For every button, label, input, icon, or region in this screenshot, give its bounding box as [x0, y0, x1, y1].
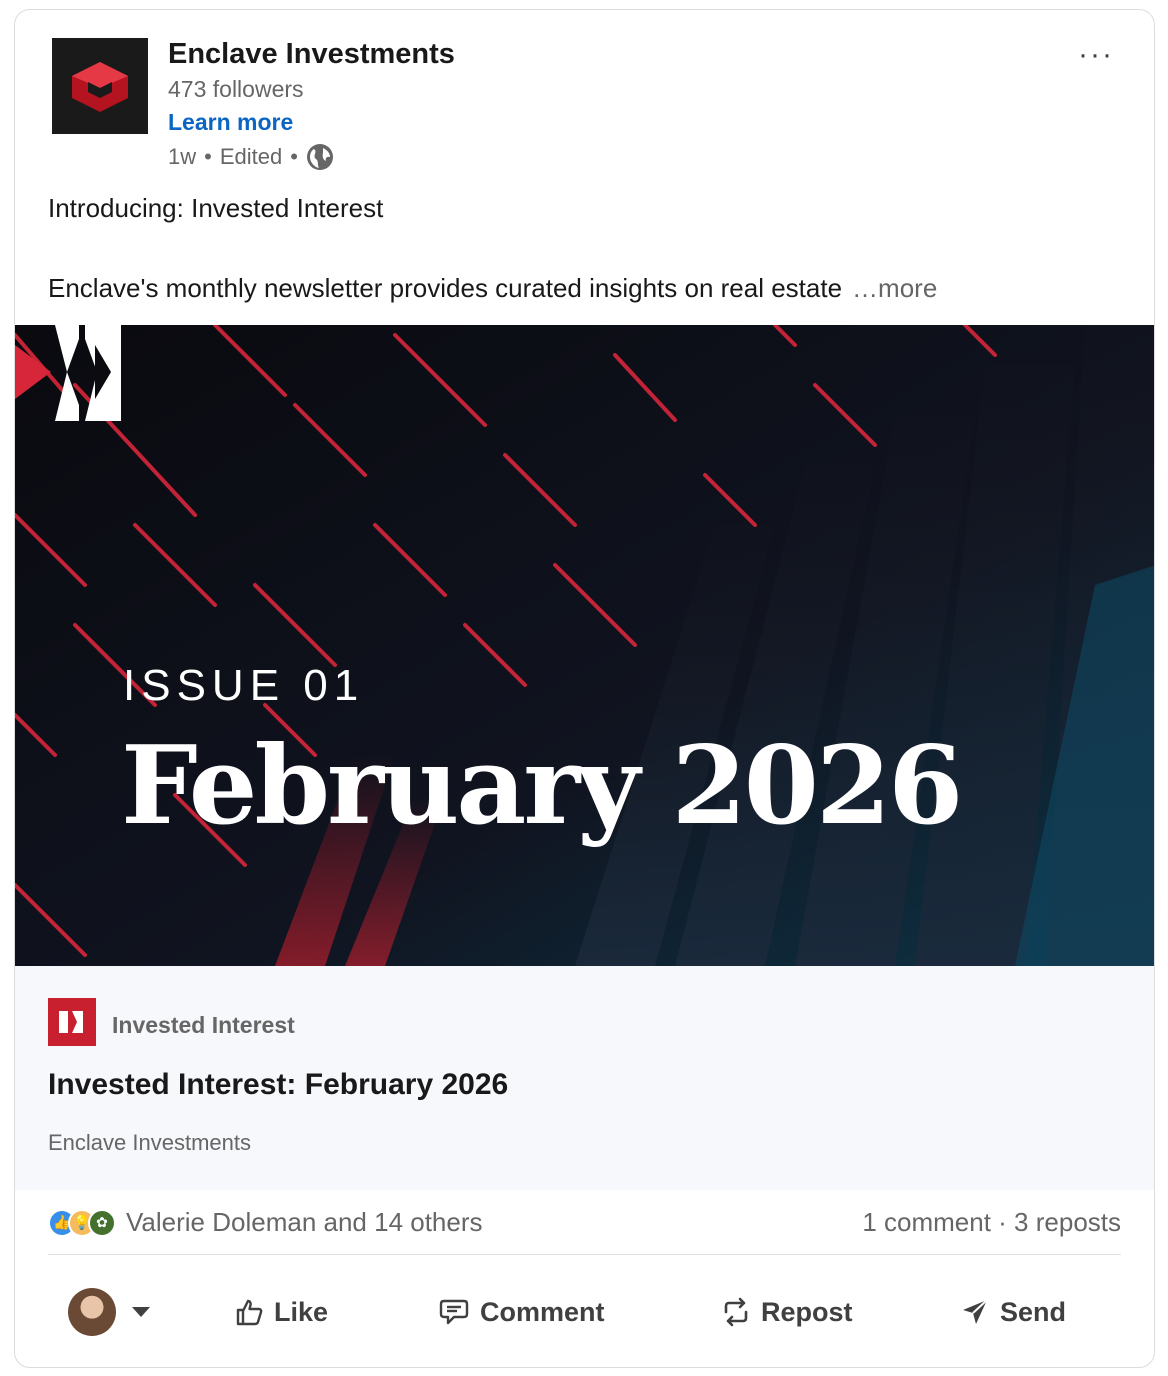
thumbs-up-icon — [236, 1299, 263, 1326]
banner-title: February 2026 — [121, 723, 963, 849]
support-icon: ✿ — [88, 1208, 116, 1237]
comment-label: Comment — [480, 1296, 605, 1327]
post-intro-text: Introducing: Invested Interest — [48, 193, 384, 223]
post-meta: 1w • Edited • — [168, 143, 334, 171]
send-button[interactable]: Send — [960, 1272, 1066, 1352]
invested-interest-mark-icon — [15, 325, 121, 421]
company-name[interactable]: Enclave Investments — [168, 38, 455, 71]
post-body: Enclave's monthly newsletter provides cu… — [48, 273, 843, 303]
comment-icon — [439, 1299, 469, 1325]
send-label: Send — [1000, 1296, 1067, 1327]
chevron-down-icon — [132, 1307, 150, 1317]
actor-switcher-button[interactable] — [68, 1272, 150, 1352]
see-more-link[interactable]: …more — [852, 273, 937, 303]
meta-separator: • — [290, 144, 298, 169]
globe-icon — [306, 144, 333, 170]
newsletter-article-card[interactable]: Invested Interest Invested Interest: Feb… — [15, 966, 1154, 1190]
issue-label: ISSUE 01 — [123, 661, 365, 710]
feed-post-card: Enclave Investments 473 followers Learn … — [14, 9, 1155, 1368]
like-label: Like — [274, 1296, 329, 1327]
more-options-button[interactable]: ··· — [1078, 38, 1114, 72]
repost-button[interactable]: Repost — [721, 1272, 853, 1352]
newsletter-author: Enclave Investments — [48, 1130, 251, 1155]
post-body-text: Enclave's monthly newsletter provides cu… — [48, 273, 937, 304]
banner-background — [15, 325, 1154, 966]
learn-more-link[interactable]: Learn more — [168, 109, 293, 136]
company-logo[interactable] — [52, 38, 148, 134]
follower-count: 473 followers — [168, 76, 304, 102]
reactions-text[interactable]: Valerie Doleman and 14 others — [126, 1207, 483, 1238]
comments-reposts-count[interactable]: 1 comment · 3 reposts — [862, 1207, 1121, 1238]
post-action-bar: Like Comment Repost Send — [15, 1272, 1154, 1352]
meta-separator: • — [204, 144, 212, 169]
newsletter-title[interactable]: Invested Interest: February 2026 — [48, 1068, 508, 1102]
newsletter-logo — [48, 998, 96, 1046]
repost-icon — [724, 1297, 748, 1327]
newsletter-name: Invested Interest — [112, 1012, 295, 1038]
comment-button[interactable]: Comment — [438, 1272, 605, 1352]
repost-label: Repost — [761, 1296, 853, 1327]
newsletter-banner-image[interactable]: ISSUE 01 February 2026 — [15, 325, 1154, 966]
enclave-logo-icon — [72, 62, 128, 112]
newsletter-mark-icon — [59, 1011, 83, 1033]
edited-label: Edited — [219, 144, 283, 169]
avatar — [68, 1288, 116, 1336]
send-icon — [963, 1299, 988, 1324]
post-time: 1w — [168, 144, 197, 169]
reactions-summary[interactable]: 👍 💡 ✿ Valerie Doleman and 14 others — [48, 1207, 483, 1238]
like-button[interactable]: Like — [234, 1272, 328, 1352]
divider — [48, 1254, 1121, 1255]
reaction-icons: 👍 💡 ✿ — [48, 1208, 116, 1237]
